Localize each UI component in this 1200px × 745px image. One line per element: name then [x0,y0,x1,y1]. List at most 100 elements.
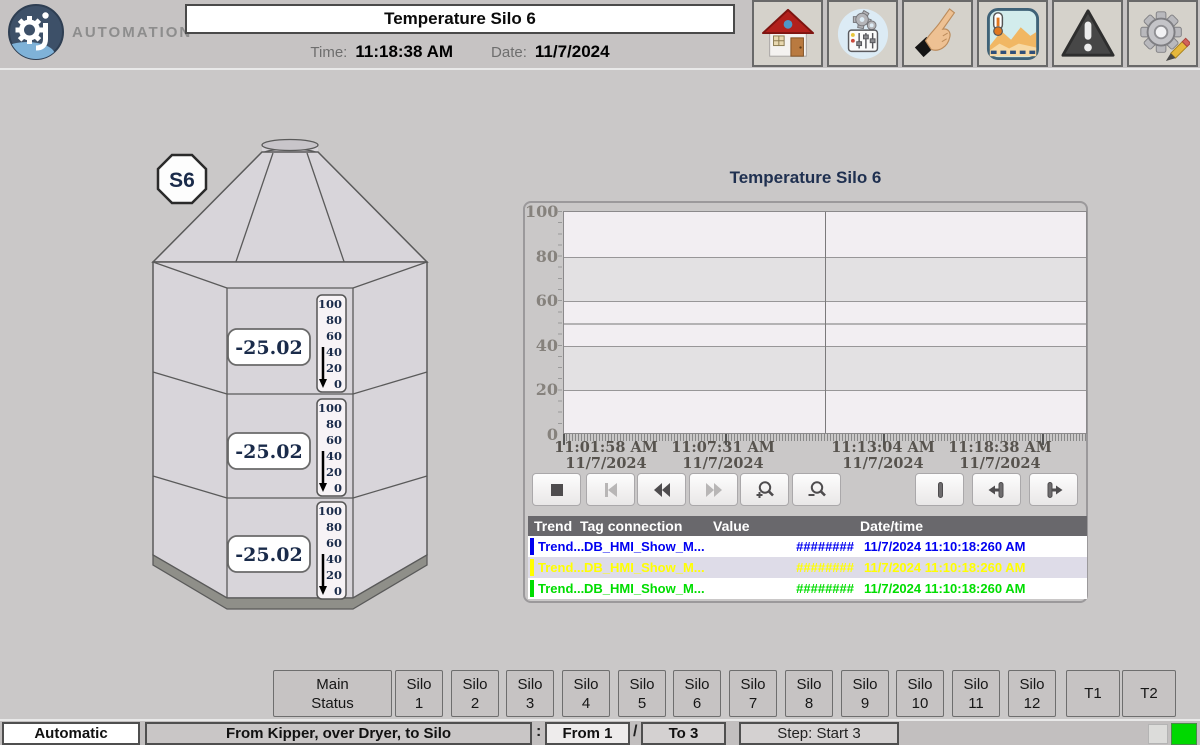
step-indicator: Step: Start 3 [739,722,899,745]
mode-indicator[interactable]: Automatic [2,722,140,745]
rewind-button[interactable] [637,473,686,506]
control-panel-icon [836,7,890,61]
nav-silo-9[interactable]: Silo9 [841,670,889,717]
table-row[interactable]: Trend... DB_HMI_Show_M... ######## 11/7/… [528,578,1087,599]
page-title: Temperature Silo 6 [185,4,735,34]
trend-control: 100 80 60 40 20 0 11:01:58 AM 11/7/2024 … [523,201,1088,603]
col-header-tag: Tag connection [580,518,713,534]
col-header-trend: Trend [528,518,580,534]
y-tick-label: 60 [525,291,558,309]
ruler-right-button[interactable] [1029,473,1078,506]
cell-value: ######## [717,539,860,554]
nav-silo-3[interactable]: Silo3 [506,670,554,717]
cell-trend: Trend... [538,539,584,554]
cell-datetime: 11/7/2024 11:10:18:260 AM [860,560,1081,575]
scale-tick: 80 [326,520,342,534]
scale-tick: 100 [318,297,342,311]
jump-to-start-button[interactable] [586,473,635,506]
scale-tick: 100 [318,504,342,518]
nav-silo-7[interactable]: Silo7 [729,670,777,717]
trend-color-swatch [530,559,534,576]
nav-silo-2[interactable]: Silo2 [451,670,499,717]
col-header-datetime: Date/time [856,518,1077,534]
nav-t2[interactable]: T2 [1122,670,1176,717]
trend-ruler-line[interactable] [825,212,826,433]
plant-settings-button[interactable] [827,0,898,67]
date-value: 11/7/2024 [535,42,610,62]
zoom-out-button[interactable] [792,473,841,506]
temperature-trend-icon [986,7,1040,61]
cell-trend: Trend... [538,560,584,575]
x-tick-time: 11:01:58 AM [554,440,658,456]
y-tick-label: 80 [525,247,558,265]
x-tick-date: 11/7/2024 [554,456,658,472]
nav-silo-12[interactable]: Silo12 [1008,670,1056,717]
table-header-row: Trend Tag connection Value Date/time [528,516,1087,536]
chart-title: Temperature Silo 6 [523,168,1088,188]
scale-tick: 80 [326,417,342,431]
y-tick-label: 0 [525,425,558,443]
alarms-button[interactable] [1052,0,1123,67]
nav-silo-6[interactable]: Silo6 [673,670,721,717]
x-tick-label: 11:13:04 AM 11/7/2024 [831,440,935,472]
ruler-button[interactable] [915,473,964,506]
silo-graphic: S6 -25.02 100 80 60 40 20 0 -25.02 100 8… [140,133,440,619]
system-config-button[interactable] [1127,0,1198,67]
scale-tick: 20 [326,465,342,479]
temperature-trends-button[interactable] [977,0,1048,67]
manual-operation-button[interactable] [902,0,973,67]
home-button[interactable] [752,0,823,67]
nav-t1[interactable]: T1 [1066,670,1120,717]
trend-value-table[interactable]: Trend Tag connection Value Date/time Tre… [528,516,1087,599]
trend-color-swatch [530,580,534,597]
scale-tick: 100 [318,401,342,415]
nav-silo-5[interactable]: Silo5 [618,670,666,717]
time-date-row: Time: 11:18:38 AM Date: 11/7/2024 [185,40,735,64]
x-tick-date: 11/7/2024 [831,456,935,472]
separator-slash: / [633,723,637,741]
table-row[interactable]: Trend... DB_HMI_Show_M... ######## 11/7/… [528,536,1087,557]
scale-tick: 20 [326,568,342,582]
nav-silo-4[interactable]: Silo4 [562,670,610,717]
fast-forward-button[interactable] [689,473,738,506]
indicator-run-lamp [1171,723,1197,745]
scale-tick: 80 [326,313,342,327]
scale-tick: 20 [326,361,342,375]
nav-silo-11[interactable]: Silo11 [952,670,1000,717]
alarm-warning-icon [1061,7,1115,61]
nav-silo-10[interactable]: Silo10 [896,670,944,717]
cell-trend: Trend... [538,581,584,596]
stop-button[interactable] [532,473,581,506]
brand-name: AUTOMATION [72,24,192,41]
x-tick-label: 11:18:38 AM 11/7/2024 [948,440,1052,472]
cell-datetime: 11/7/2024 11:10:18:260 AM [860,581,1081,596]
table-row[interactable]: Trend... DB_HMI_Show_M... ######## 11/7/… [528,557,1087,578]
x-tick-label: 11:01:58 AM 11/7/2024 [554,440,658,472]
temp-value-top: -25.02 [235,337,302,359]
home-icon [761,7,815,61]
x-tick-label: 11:07:31 AM 11/7/2024 [671,440,775,472]
nav-main-status[interactable]: MainStatus [273,670,392,717]
status-bar: Automatic From Kipper, over Dryer, to Si… [0,719,1200,745]
cell-tag: DB_HMI_Show_M... [584,581,717,596]
scale-tick: 40 [326,345,342,359]
scale-tick: 0 [334,584,342,598]
scale-tick: 40 [326,449,342,463]
ruler-left-button[interactable] [972,473,1021,506]
trend-plot-area[interactable] [563,211,1087,434]
route-description: From Kipper, over Dryer, to Silo [145,722,532,745]
cell-value: ######## [717,581,860,596]
nav-silo-8[interactable]: Silo8 [785,670,833,717]
y-tick-label: 20 [525,380,558,398]
x-tick-time: 11:07:31 AM [671,440,775,456]
zoom-in-button[interactable] [740,473,789,506]
company-logo-icon [7,3,65,61]
cell-datetime: 11/7/2024 11:10:18:260 AM [860,539,1081,554]
scale-tick: 0 [334,377,342,391]
scale-tick: 40 [326,552,342,566]
time-value: 11:18:38 AM [355,42,453,62]
scale-tick: 60 [326,536,342,550]
nav-silo-1[interactable]: Silo1 [395,670,443,717]
scale-tick: 0 [334,481,342,495]
y-tick-label: 40 [525,336,558,354]
